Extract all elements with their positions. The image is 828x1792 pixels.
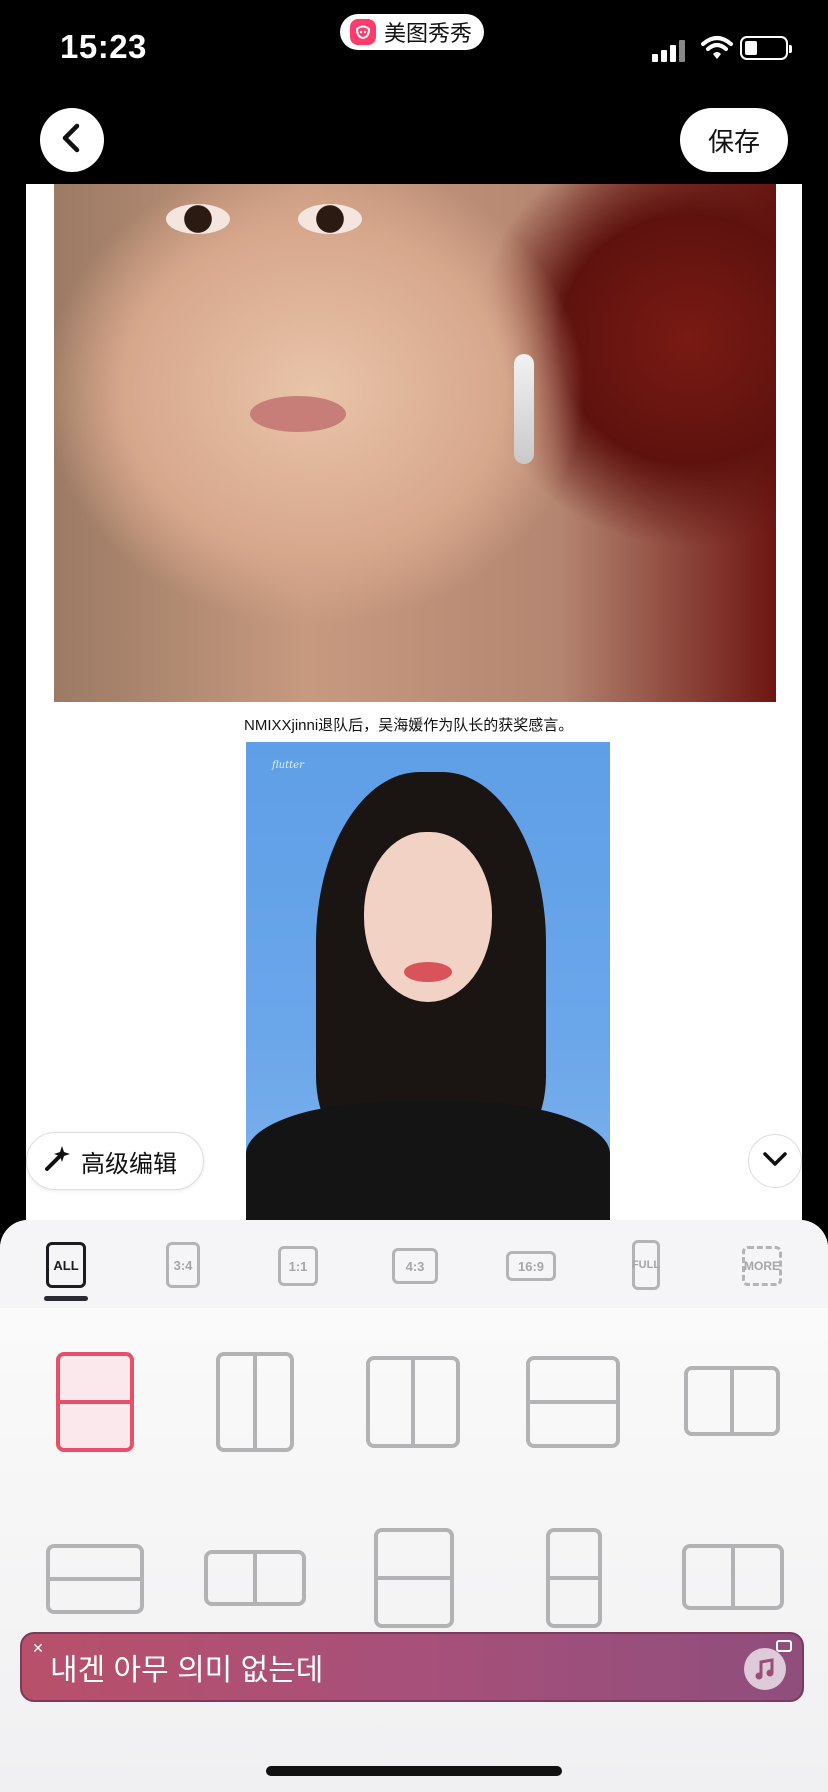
pip-icon[interactable]: [776, 1640, 792, 1652]
photo-closeup-portrait[interactable]: [54, 184, 776, 702]
photo-stage-portrait[interactable]: flutter: [246, 742, 610, 1220]
layout-split-vertical-square[interactable]: [366, 1356, 460, 1448]
status-bar: 15:23 美图秀秀: [0, 0, 828, 100]
photo-caption: NMIXXjinni退队后，吴海媛作为队长的获奖感言。: [244, 717, 574, 734]
photo-lips: [250, 396, 346, 432]
back-button[interactable]: [40, 108, 104, 172]
collapse-button[interactable]: [748, 1134, 802, 1188]
layout-split-horizontal-tall[interactable]: [374, 1528, 454, 1628]
floating-lyric-banner[interactable]: ✕ 내겐 아무 의미 없는데: [20, 1632, 804, 1702]
app-return-pill[interactable]: 美图秀秀: [340, 14, 485, 50]
ratio-tab-all[interactable]: ALL: [46, 1242, 86, 1288]
ratio-tab-4-3[interactable]: 4:3: [392, 1248, 438, 1284]
home-indicator: [266, 1766, 562, 1776]
battery-icon: [740, 36, 792, 60]
ratio-tab-1-1[interactable]: 1:1: [278, 1246, 318, 1286]
photo-dress: [246, 1102, 610, 1220]
ratio-tab-full[interactable]: FULL: [632, 1240, 660, 1290]
layout-split-vertical-portrait[interactable]: [216, 1352, 294, 1452]
photo-mouth: [404, 962, 452, 982]
layout-split-horizontal-landscape[interactable]: [46, 1544, 144, 1614]
ratio-tab-16-9[interactable]: 16:9: [506, 1251, 556, 1281]
photo-earring: [514, 354, 534, 464]
advanced-edit-label: 高级编辑: [81, 1150, 177, 1178]
app-pill-label: 美图秀秀: [384, 21, 473, 46]
chevron-left-icon: [59, 123, 85, 158]
layout-split-horizontal-narrow[interactable]: [546, 1528, 602, 1628]
photo-eye-left: [166, 204, 230, 234]
layout-split-horizontal-square[interactable]: [526, 1356, 620, 1448]
wifi-icon: [700, 34, 734, 62]
ratio-tab-3-4[interactable]: 3:4: [166, 1242, 200, 1288]
photo-watermark: flutter: [272, 760, 304, 771]
signal-icon: [652, 38, 688, 62]
status-time: 15:23: [60, 28, 147, 65]
chevron-down-icon: [762, 1150, 788, 1173]
lyric-text: 내겐 아무 의미 없는데: [50, 1654, 324, 1687]
layout-split-horizontal-selected[interactable]: [56, 1352, 134, 1452]
ratio-tab-more[interactable]: MORE: [742, 1246, 782, 1286]
close-icon[interactable]: ✕: [30, 1640, 46, 1656]
layout-grid: [0, 1308, 828, 1792]
meitu-logo-icon: [350, 19, 376, 45]
music-note-icon[interactable]: [744, 1648, 786, 1690]
image-canvas[interactable]: NMIXXjinni退队后，吴海媛作为队长的获奖感言。 flutter: [26, 184, 802, 1220]
layout-split-vertical-landscape[interactable]: [684, 1366, 780, 1436]
layout-split-vertical-wide-2[interactable]: [682, 1544, 784, 1610]
magic-wand-icon: [43, 1143, 73, 1180]
save-button[interactable]: 保存: [680, 108, 788, 172]
layout-split-vertical-wide[interactable]: [204, 1550, 306, 1606]
photo-eye-right: [298, 204, 362, 234]
ratio-tabbar: ALL 3:4 1:1 4:3 16:9 FULL MORE: [0, 1220, 828, 1308]
selected-tab-underline: [44, 1296, 88, 1301]
advanced-edit-button[interactable]: 高级编辑: [26, 1132, 204, 1190]
layout-sheet: ALL 3:4 1:1 4:3 16:9 FULL MORE: [0, 1220, 828, 1792]
